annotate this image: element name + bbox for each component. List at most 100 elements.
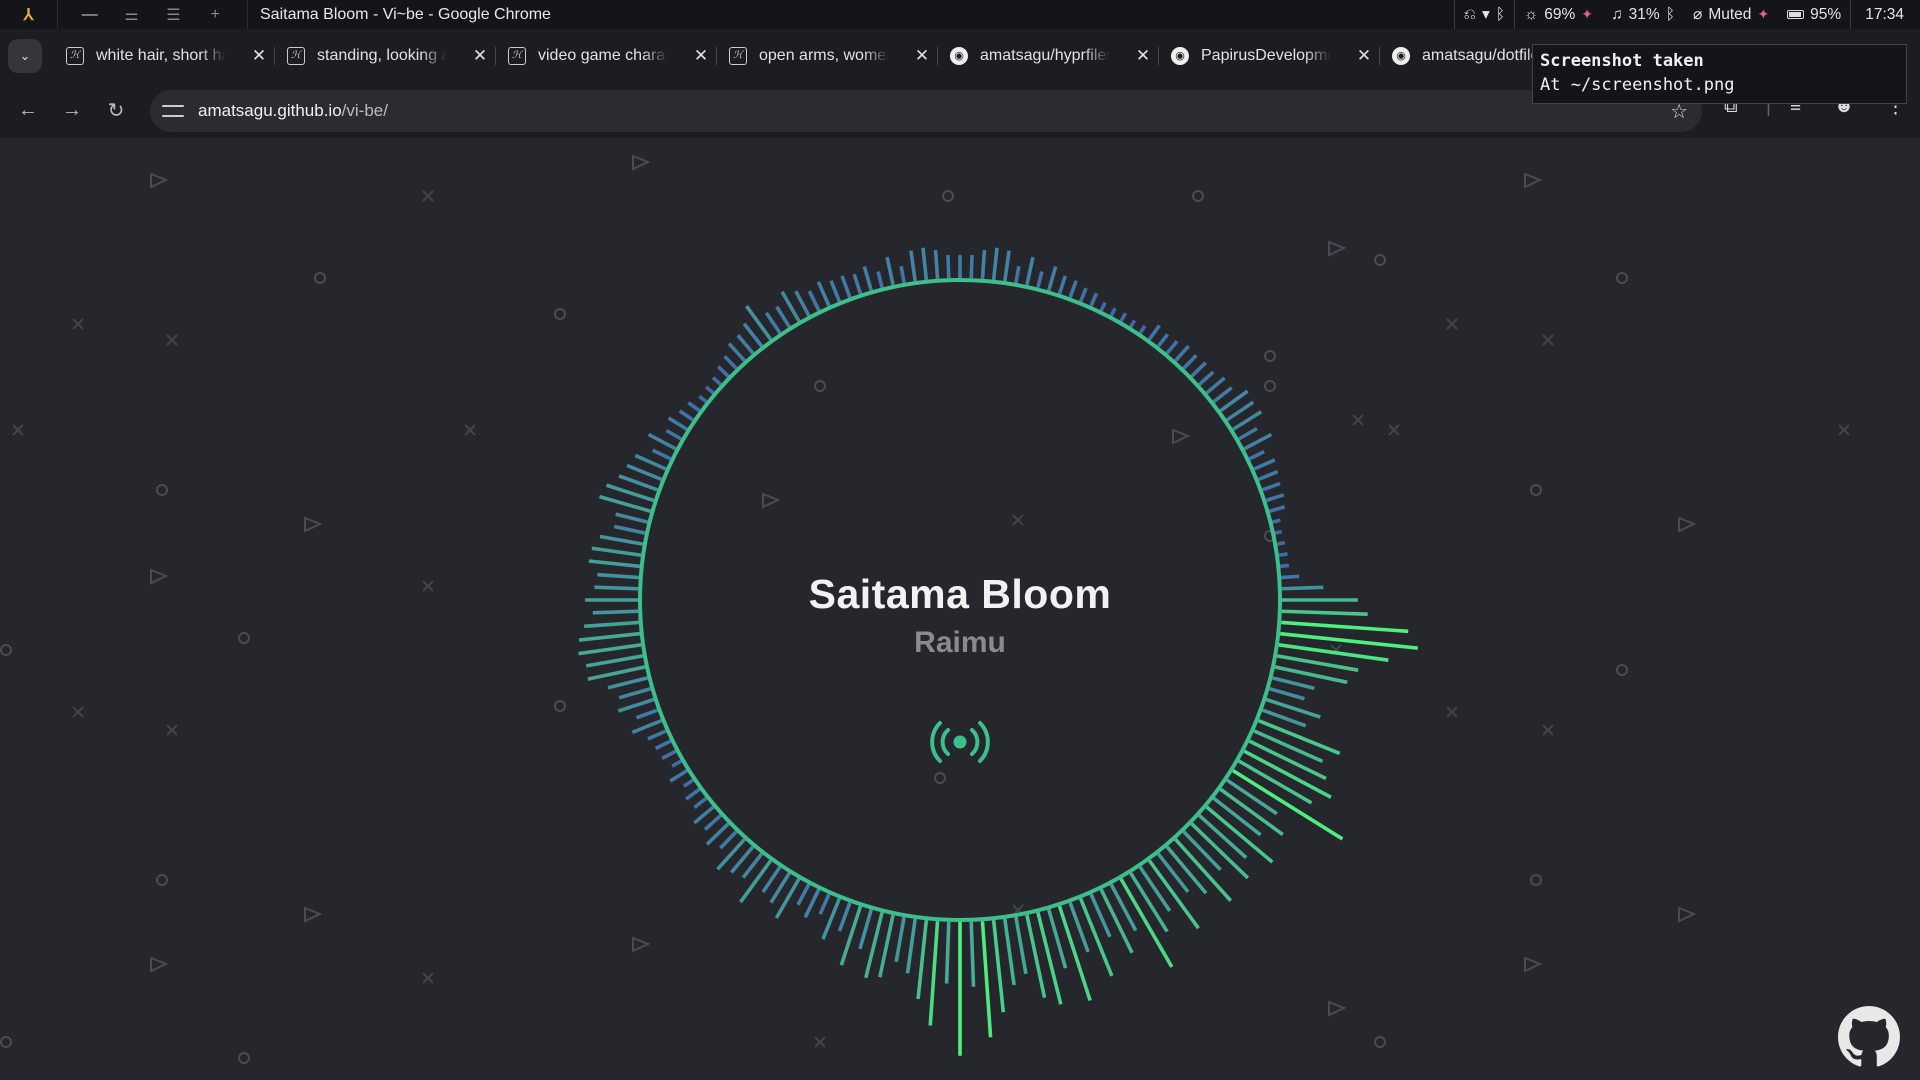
spectrum-bar <box>1190 361 1207 378</box>
volume-status[interactable]: ♫ 31% ᛒ <box>1602 0 1684 29</box>
spectrum-bar <box>944 921 951 984</box>
window-controls: — ⚌ ☰ + <box>58 0 248 29</box>
notification-title: Screenshot taken <box>1540 51 1704 71</box>
spectrum-bar <box>703 814 722 831</box>
spectrum-bar <box>1237 427 1258 441</box>
spectrum-bar <box>969 255 974 279</box>
close-tab-icon[interactable]: ✕ <box>912 46 932 66</box>
back-arrow-icon[interactable]: ← <box>6 99 50 122</box>
site-favicon-icon: ℋ <box>508 46 526 65</box>
address-bar[interactable]: amatsagu.github.io/vi-be/ ☆ <box>150 90 1702 132</box>
spectrum-bar <box>599 534 644 546</box>
split-icon[interactable]: ⚌ <box>122 5 142 25</box>
tile-icon[interactable]: ☰ <box>163 5 183 25</box>
spectrum-bar <box>1147 324 1161 341</box>
spectrum-bar <box>711 376 722 386</box>
spectrum-bar <box>634 453 667 471</box>
spectrum-bar <box>840 275 852 299</box>
spectrum-bar <box>583 620 639 629</box>
tab[interactable]: ℋ open arms, women ✕ <box>717 37 938 75</box>
broadcast-icon[interactable] <box>929 718 991 766</box>
tab[interactable]: ◉ PapirusDevelopment ✕ <box>1159 37 1380 75</box>
sparkle-icon: ✦ <box>1581 6 1594 22</box>
launcher-icon[interactable]: ⅄ <box>0 0 58 29</box>
close-tab-icon[interactable]: ✕ <box>470 46 490 66</box>
spectrum-bar <box>1243 432 1273 451</box>
spectrum-bar <box>631 718 663 735</box>
spectrum-bar <box>1003 918 1016 986</box>
close-tab-icon[interactable]: ✕ <box>1133 46 1153 66</box>
system-tray: ⎌ ▾ ᛒ ☼ 69% ✦ ♫ 31% ᛒ ⌀ Muted ✦ 95% 17:3… <box>1453 0 1920 29</box>
spectrum-bar <box>1036 271 1044 289</box>
spectrum-bar <box>578 631 640 642</box>
tab-label: standing, looking at <box>317 46 447 64</box>
tab-search-chevron-icon[interactable]: ⌄ <box>8 38 42 73</box>
spectrum-bar <box>909 250 917 282</box>
wifi-icon: ▾ <box>1481 6 1490 23</box>
spectrum-bar <box>894 916 906 963</box>
spectrum-bar <box>651 448 672 461</box>
spectrum-bar <box>980 921 993 1038</box>
tab[interactable]: ℋ standing, looking at ✕ <box>275 37 496 75</box>
song-title: Saitama Bloom <box>808 571 1112 617</box>
battery-status[interactable]: 95% <box>1778 0 1850 29</box>
spectrum-bar <box>682 778 695 788</box>
spectrum-bar <box>1099 888 1134 954</box>
spectrum-bar <box>816 281 831 307</box>
close-tab-icon[interactable]: ✕ <box>691 46 711 66</box>
tab-label: amatsagu/hyprfiles <box>980 46 1110 64</box>
site-info-icon[interactable] <box>162 101 184 121</box>
tab-label: white hair, short hair <box>96 46 226 64</box>
clock[interactable]: 17:34 <box>1851 0 1920 29</box>
github-icon[interactable] <box>1838 1006 1900 1068</box>
spectrum-bar <box>594 585 639 591</box>
spectrum-bar <box>613 524 646 535</box>
spectrum-bar <box>727 342 746 362</box>
spectrum-bar <box>1119 312 1128 323</box>
brightness-status[interactable]: ☼ 69% ✦ <box>1515 0 1602 29</box>
spectrum-bar <box>1269 505 1286 513</box>
spectrum-bar <box>1003 250 1011 282</box>
mic-status[interactable]: ⌀ Muted ✦ <box>1684 0 1778 29</box>
spectrum-bar <box>878 914 895 978</box>
spectrum-bar <box>739 859 773 904</box>
url-text[interactable]: amatsagu.github.io/vi-be/ <box>198 101 388 121</box>
tab[interactable]: ℋ white hair, short hair ✕ <box>54 37 275 75</box>
close-tab-icon[interactable]: ✕ <box>1354 46 1374 66</box>
reload-icon[interactable]: ↻ <box>94 98 138 123</box>
tab[interactable]: ℋ video game character ✕ <box>496 37 717 75</box>
mic-status-label: Muted <box>1708 5 1752 23</box>
url-host: amatsagu.github.io <box>198 101 342 120</box>
close-tab-icon[interactable]: ✕ <box>249 46 269 66</box>
spectrum-bar <box>1261 481 1281 492</box>
spectrum-bar <box>1281 609 1368 617</box>
tab-label: open arms, women <box>759 46 889 64</box>
spectrum-bar <box>1099 301 1107 312</box>
spectrum-bar <box>723 354 738 370</box>
screenshot-notification[interactable]: Screenshot taken At ~/screenshot.png <box>1532 44 1907 104</box>
spectrum-bar <box>716 365 730 378</box>
network-status[interactable]: ⎌ ▾ ᛒ <box>1455 0 1515 29</box>
spectrum-bar <box>991 920 1006 1013</box>
spectrum-bar <box>578 643 642 656</box>
minimize-icon[interactable]: — <box>80 6 100 24</box>
spectrum-bar <box>1280 563 1290 569</box>
spectrum-bar <box>669 769 688 783</box>
spectrum-bar <box>933 249 940 279</box>
add-workspace-icon[interactable]: + <box>205 6 225 24</box>
spectrum-bar <box>1253 729 1324 764</box>
tab[interactable]: ◉ amatsagu/hyprfiles ✕ <box>938 37 1159 75</box>
spectrum-bar <box>1014 916 1028 975</box>
spectrum-bar <box>618 474 659 492</box>
volume-value: 31% <box>1628 5 1660 23</box>
spectrum-bar <box>818 893 831 915</box>
brightness-icon: ☼ <box>1524 5 1539 23</box>
spectrum-bar <box>1253 458 1276 471</box>
spectrum-bar <box>1274 529 1283 535</box>
spectrum-bar <box>1057 275 1068 295</box>
spectrum-bar <box>876 271 884 289</box>
spectrum-bar <box>635 708 659 720</box>
spectrum-bar <box>1212 386 1233 404</box>
forward-arrow-icon[interactable]: → <box>50 99 94 122</box>
spectrum-bar <box>928 921 940 1026</box>
